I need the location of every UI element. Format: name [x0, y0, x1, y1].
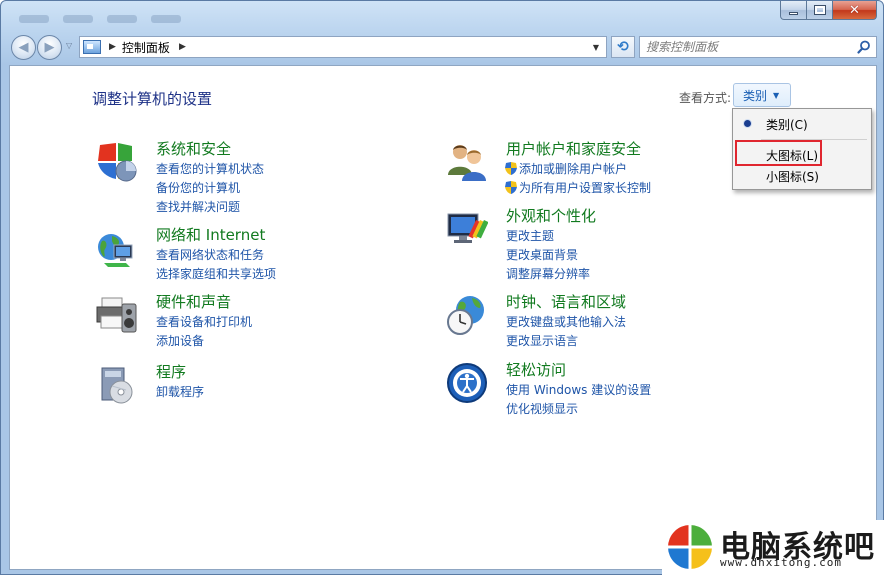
- forward-arrow-icon: ▶: [44, 40, 55, 55]
- ease-of-access-icon: [447, 363, 487, 403]
- category-title[interactable]: 用户帐户和家庭安全: [506, 138, 641, 159]
- link-change-theme[interactable]: 更改主题: [506, 227, 554, 244]
- link-troubleshoot[interactable]: 查找并解决问题: [156, 198, 240, 215]
- link-devices-printers[interactable]: 查看设备和打印机: [156, 313, 252, 330]
- search-box[interactable]: [639, 36, 877, 58]
- breadcrumb-control-panel[interactable]: 控制面板: [122, 39, 170, 56]
- link-screen-resolution[interactable]: 调整屏幕分辨率: [506, 265, 590, 282]
- link-display-language[interactable]: 更改显示语言: [506, 332, 578, 349]
- windows-logo-icon: [668, 525, 712, 569]
- caption-buttons: ✕: [780, 1, 877, 20]
- highlight-annotation: [735, 140, 822, 166]
- navigation-bar: ◀ ▶ ▽ ▶ 控制面板 ▶ ▼ ⟲: [9, 33, 877, 61]
- address-bar[interactable]: ▶ 控制面板 ▶ ▼: [79, 36, 607, 58]
- link-change-keyboard[interactable]: 更改键盘或其他输入法: [506, 313, 626, 330]
- close-button[interactable]: ✕: [833, 1, 877, 20]
- view-by-dropdown[interactable]: 类别 ▼: [733, 83, 791, 107]
- link-label: 为所有用户设置家长控制: [519, 181, 652, 195]
- blurred-menu-bar: [19, 15, 181, 23]
- category-title[interactable]: 系统和安全: [156, 138, 231, 159]
- page-title: 调整计算机的设置: [92, 90, 213, 108]
- printer-speaker-icon: [96, 297, 137, 333]
- category-title[interactable]: 时钟、语言和区域: [506, 291, 626, 312]
- menu-item-category[interactable]: 类别(C): [735, 113, 869, 135]
- link-homegroup-sharing[interactable]: 选择家庭组和共享选项: [156, 265, 276, 282]
- uac-shield-icon: [505, 181, 517, 194]
- link-add-remove-accounts[interactable]: 添加或删除用户帐户: [505, 160, 628, 177]
- address-dropdown-icon[interactable]: ▼: [588, 39, 604, 55]
- view-by-value: 类别: [743, 88, 768, 103]
- users-icon: [448, 145, 486, 181]
- refresh-button[interactable]: ⟲: [611, 36, 635, 58]
- search-icon[interactable]: [857, 40, 871, 54]
- radio-bullet-icon: [744, 120, 751, 127]
- link-recommended-settings[interactable]: 使用 Windows 建议的设置: [506, 381, 651, 398]
- uac-shield-icon: [505, 162, 517, 175]
- breadcrumb-separator-icon[interactable]: ▶: [109, 42, 116, 52]
- minimize-button[interactable]: [780, 1, 807, 20]
- back-button[interactable]: ◀: [11, 35, 36, 60]
- window-frame: ✕ ◀ ▶ ▽ ▶ 控制面板 ▶ ▼ ⟲ 调整计算机的设置 查看方式: 类别 ▼: [0, 0, 884, 575]
- search-input[interactable]: [646, 38, 856, 56]
- network-globe-icon: [98, 234, 133, 267]
- category-title[interactable]: 外观和个性化: [506, 205, 596, 226]
- content-area: 调整计算机的设置 查看方式: 类别 ▼ 系统和安全 查看您的计算机状态 备份您的…: [9, 65, 877, 570]
- menu-item-label: 小图标(S): [766, 169, 819, 184]
- link-label: 添加或删除用户帐户: [519, 162, 628, 176]
- recent-pages-dropdown[interactable]: ▽: [66, 41, 76, 53]
- back-arrow-icon: ◀: [18, 40, 29, 55]
- maximize-button[interactable]: [807, 1, 833, 20]
- link-backup-computer[interactable]: 备份您的计算机: [156, 179, 240, 196]
- forward-button[interactable]: ▶: [37, 35, 62, 60]
- breadcrumb-child-separator-icon[interactable]: ▶: [179, 42, 186, 52]
- refresh-icon: ⟲: [617, 39, 629, 55]
- programs-disc-icon: [101, 367, 133, 404]
- category-title[interactable]: 网络和 Internet: [156, 224, 265, 245]
- control-panel-icon: [83, 40, 101, 54]
- link-parental-controls[interactable]: 为所有用户设置家长控制: [505, 179, 652, 196]
- link-uninstall-program[interactable]: 卸载程序: [156, 383, 204, 400]
- link-add-device[interactable]: 添加设备: [156, 332, 204, 349]
- monitor-paint-icon: [447, 213, 488, 243]
- link-network-status[interactable]: 查看网络状态和任务: [156, 246, 264, 263]
- category-title[interactable]: 轻松访问: [506, 359, 566, 380]
- watermark-url: www.dnxitong.com: [720, 556, 842, 569]
- category-title[interactable]: 硬件和声音: [156, 291, 231, 312]
- close-icon: ✕: [849, 2, 860, 18]
- minimize-icon: [789, 11, 798, 15]
- watermark: 电脑系统吧 www.dnxitong.com: [662, 520, 884, 575]
- link-desktop-background[interactable]: 更改桌面背景: [506, 246, 578, 263]
- clock-globe-icon: [447, 296, 484, 335]
- link-view-computer-status[interactable]: 查看您的计算机状态: [156, 160, 264, 177]
- maximize-icon: [813, 5, 826, 15]
- view-by-label: 查看方式:: [679, 91, 732, 105]
- menu-item-label: 类别(C): [766, 117, 808, 132]
- chevron-down-icon: ▼: [773, 90, 780, 100]
- link-optimize-display[interactable]: 优化视频显示: [506, 400, 578, 417]
- menu-item-small-icons[interactable]: 小图标(S): [735, 165, 869, 187]
- shield-pie-icon: [98, 143, 137, 182]
- category-title[interactable]: 程序: [156, 361, 186, 382]
